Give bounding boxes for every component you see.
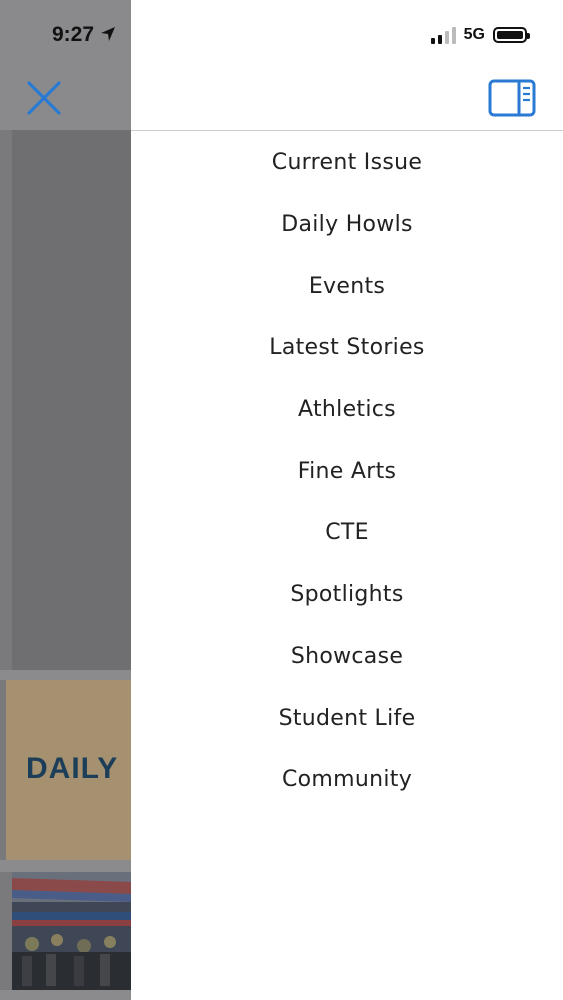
sidebar-panel-icon bbox=[488, 79, 536, 117]
background-gap bbox=[0, 860, 131, 872]
menu-item-events[interactable]: Events bbox=[131, 255, 563, 317]
background-gap bbox=[0, 990, 131, 1000]
menu-item-daily-howls[interactable]: Daily Howls bbox=[131, 194, 563, 256]
network-type: 5G bbox=[463, 26, 485, 43]
menu-item-spotlights[interactable]: Spotlights bbox=[131, 564, 563, 626]
header-divider bbox=[131, 130, 563, 131]
background-photo bbox=[12, 872, 131, 990]
background-gap bbox=[0, 670, 131, 680]
status-time-text: 9:27 bbox=[52, 23, 95, 46]
menu-item-student-life[interactable]: Student Life bbox=[131, 687, 563, 749]
menu-item-latest-stories[interactable]: Latest Stories bbox=[131, 317, 563, 379]
menu-item-community[interactable]: Community bbox=[131, 749, 563, 811]
status-indicators: 5G bbox=[430, 26, 530, 44]
signal-bars-icon bbox=[430, 26, 456, 44]
menu-item-showcase[interactable]: Showcase bbox=[131, 626, 563, 688]
battery-icon bbox=[493, 27, 530, 43]
background-header-area bbox=[0, 0, 131, 130]
close-icon bbox=[27, 81, 61, 115]
background-page-overlay[interactable]: DAILY bbox=[0, 0, 131, 1000]
background-content-area bbox=[12, 130, 131, 670]
navigation-menu: Current Issue Daily Howls Events Latest … bbox=[131, 132, 563, 811]
menu-item-athletics[interactable]: Athletics bbox=[131, 379, 563, 441]
status-time: 9:27 bbox=[52, 23, 116, 47]
menu-item-current-issue[interactable]: Current Issue bbox=[131, 132, 563, 194]
location-arrow-icon bbox=[100, 27, 115, 41]
sidebar-toggle-button[interactable] bbox=[488, 79, 538, 117]
menu-item-cte[interactable]: CTE bbox=[131, 502, 563, 564]
menu-item-fine-arts[interactable]: Fine Arts bbox=[131, 440, 563, 502]
daily-card-title: DAILY bbox=[26, 752, 119, 785]
close-menu-button[interactable] bbox=[24, 78, 64, 118]
